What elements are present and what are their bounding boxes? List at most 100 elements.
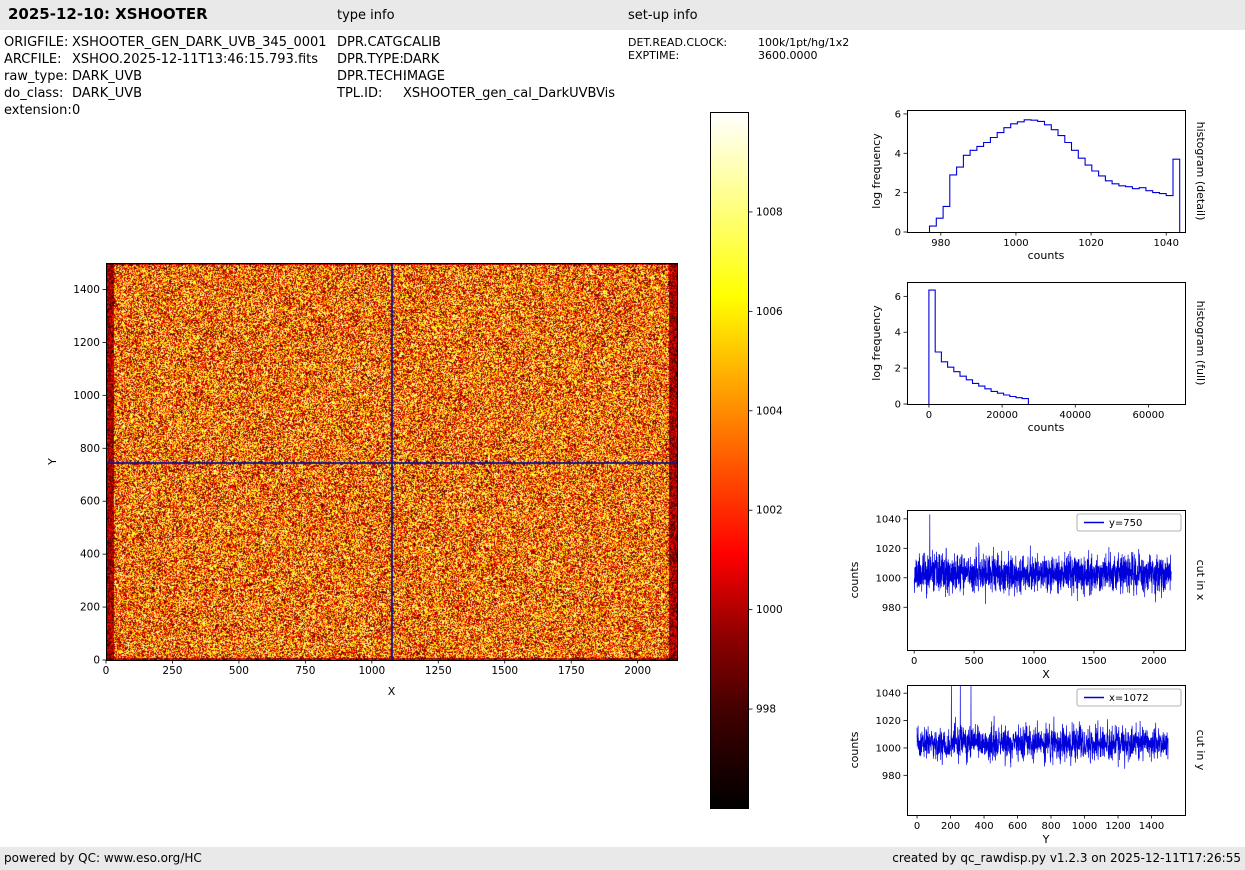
- histogram-detail-plot: 980 1000 1020 1040 0 2 4 6 counts log frequency hi…: [845, 95, 1245, 283]
- svg-text:1200: 1200: [73, 337, 100, 349]
- svg-text:998: 998: [756, 704, 776, 716]
- svg-text:2: 2: [895, 364, 901, 375]
- file-info-block: ORIGFILE: XSHOOTER_GEN_DARK_UVB_345_0001 …: [4, 34, 327, 119]
- info-row: DPR.TECH:IMAGE: [337, 68, 615, 85]
- footer-bar: powered by QC: www.eso.org/HC created by…: [0, 847, 1245, 870]
- svg-text:1006: 1006: [756, 306, 783, 318]
- svg-text:1040: 1040: [1153, 238, 1178, 249]
- svg-text:1020: 1020: [876, 716, 901, 727]
- svg-text:980: 980: [931, 238, 950, 249]
- svg-text:500: 500: [229, 665, 249, 677]
- setup-info-heading: set-up info: [628, 8, 698, 23]
- info-label: DPR.TECH:: [337, 69, 407, 84]
- svg-text:1500: 1500: [491, 665, 518, 677]
- svg-text:1004: 1004: [756, 405, 783, 417]
- info-value: XSHOOTER_GEN_DARK_UVB_345_0001: [72, 35, 327, 50]
- info-value: DARK_UVB: [72, 86, 143, 101]
- info-value: 3600.0000: [758, 49, 818, 62]
- cut-in-x-plot: 0 500 1000 1500 2000 980 1000 1020 1040 Xcounts cu…: [845, 495, 1245, 687]
- svg-text:0: 0: [926, 410, 932, 421]
- svg-text:1000: 1000: [1003, 238, 1028, 249]
- svg-text:X: X: [388, 685, 396, 698]
- svg-text:1250: 1250: [425, 665, 452, 677]
- svg-text:600: 600: [80, 496, 100, 508]
- info-label: ARCFILE:: [4, 52, 62, 67]
- footer-credit-right: created by qc_rawdisp.py v1.2.3 on 2025-…: [892, 851, 1241, 865]
- svg-text:6: 6: [895, 292, 901, 303]
- svg-text:500: 500: [965, 656, 984, 667]
- svg-text:counts: counts: [1028, 421, 1065, 434]
- svg-text:histogram (detail): histogram (detail): [1194, 122, 1207, 221]
- svg-text:counts: counts: [848, 731, 861, 768]
- info-row: ORIGFILE: XSHOOTER_GEN_DARK_UVB_345_0001: [4, 34, 327, 51]
- svg-text:980: 980: [882, 603, 901, 614]
- info-label: ORIGFILE:: [4, 35, 69, 50]
- svg-text:1040: 1040: [876, 514, 901, 525]
- svg-text:1750: 1750: [558, 665, 585, 677]
- info-label: extension:: [4, 103, 72, 118]
- svg-text:1000: 1000: [358, 665, 385, 677]
- svg-text:0: 0: [93, 655, 100, 667]
- svg-text:1040: 1040: [876, 689, 901, 700]
- svg-text:cut in y: cut in y: [1194, 730, 1207, 771]
- svg-text:4: 4: [895, 328, 901, 339]
- cut-in-y-plot: 0 200 400 600 800 1000 1200 1400 980 1000 1020 1040…: [845, 670, 1245, 850]
- svg-text:cut in x: cut in x: [1194, 560, 1207, 601]
- svg-text:0: 0: [895, 400, 901, 411]
- svg-text:counts: counts: [848, 561, 861, 598]
- svg-text:980: 980: [882, 771, 901, 782]
- info-label: EXPTIME:: [628, 49, 680, 62]
- svg-text:600: 600: [1008, 821, 1027, 832]
- svg-text:0: 0: [895, 228, 901, 239]
- info-row: DET.READ.CLOCK: 100k/1pt/hg/1x2: [628, 36, 849, 49]
- info-label: DPR.CATG:: [337, 35, 407, 50]
- svg-text:200: 200: [941, 821, 960, 832]
- raw-image-plot: 0 250 500 750 1000 1250 1500 1750 2000 0 200 400 600…: [45, 250, 705, 718]
- info-row: DPR.CATG:CALIB: [337, 34, 615, 51]
- info-label: DPR.TYPE:: [337, 52, 404, 67]
- svg-text:1000: 1000: [756, 604, 783, 616]
- svg-text:Y: Y: [46, 458, 59, 466]
- info-value: 100k/1pt/hg/1x2: [758, 36, 850, 49]
- info-row: ARCFILE: XSHOO.2025-12-11T13:46:15.793.fi…: [4, 51, 327, 68]
- svg-text:2: 2: [895, 188, 901, 199]
- info-label: do_class:: [4, 86, 64, 101]
- info-value: XSHOOTER_gen_cal_DarkUVBVis: [403, 86, 616, 101]
- svg-text:60000: 60000: [1133, 410, 1165, 421]
- svg-text:1020: 1020: [876, 544, 901, 555]
- svg-text:1008: 1008: [756, 206, 783, 218]
- svg-text:20000: 20000: [986, 410, 1018, 421]
- svg-text:800: 800: [1041, 821, 1060, 832]
- footer-credit-left: powered by QC: www.eso.org/HC: [4, 851, 202, 865]
- svg-text:y=750: y=750: [1109, 518, 1142, 529]
- svg-text:1002: 1002: [756, 505, 783, 517]
- info-label: DET.READ.CLOCK:: [628, 36, 728, 49]
- svg-text:200: 200: [80, 602, 100, 614]
- svg-text:1000: 1000: [876, 573, 901, 584]
- svg-text:histogram (full): histogram (full): [1194, 301, 1207, 386]
- svg-text:0: 0: [914, 821, 920, 832]
- info-label: TPL.ID:: [337, 86, 383, 101]
- svg-text:0: 0: [911, 656, 917, 667]
- svg-text:400: 400: [80, 549, 100, 561]
- svg-text:counts: counts: [1028, 249, 1065, 262]
- svg-text:4: 4: [895, 149, 901, 160]
- svg-text:0: 0: [103, 665, 110, 677]
- info-row: extension:0: [4, 102, 327, 119]
- colorbar: 998 1000 1002 1004 1006 1008: [700, 100, 820, 830]
- info-row: raw_type: DARK_UVB: [4, 68, 327, 85]
- svg-text:1000: 1000: [1021, 656, 1046, 667]
- svg-text:1000: 1000: [1072, 821, 1097, 832]
- type-info-block: DPR.CATG:CALIB DPR.TYPE:DARK DPR.TECH:IM…: [337, 34, 615, 102]
- type-info-heading: type info: [337, 8, 395, 23]
- qc-report-page: 2025-12-10: XSHOOTER type info set-up in…: [0, 0, 1245, 870]
- page-title: 2025-12-10: XSHOOTER: [8, 5, 208, 23]
- svg-text:1000: 1000: [73, 390, 100, 402]
- svg-text:1400: 1400: [73, 284, 100, 296]
- svg-text:1500: 1500: [1081, 656, 1106, 667]
- info-value: 0: [72, 103, 81, 118]
- svg-text:40000: 40000: [1059, 410, 1091, 421]
- svg-text:800: 800: [80, 443, 100, 455]
- histogram-full-plot: 0 20000 40000 60000 0 2 4 6 counts log frequency h…: [845, 267, 1245, 455]
- svg-text:2000: 2000: [1141, 656, 1166, 667]
